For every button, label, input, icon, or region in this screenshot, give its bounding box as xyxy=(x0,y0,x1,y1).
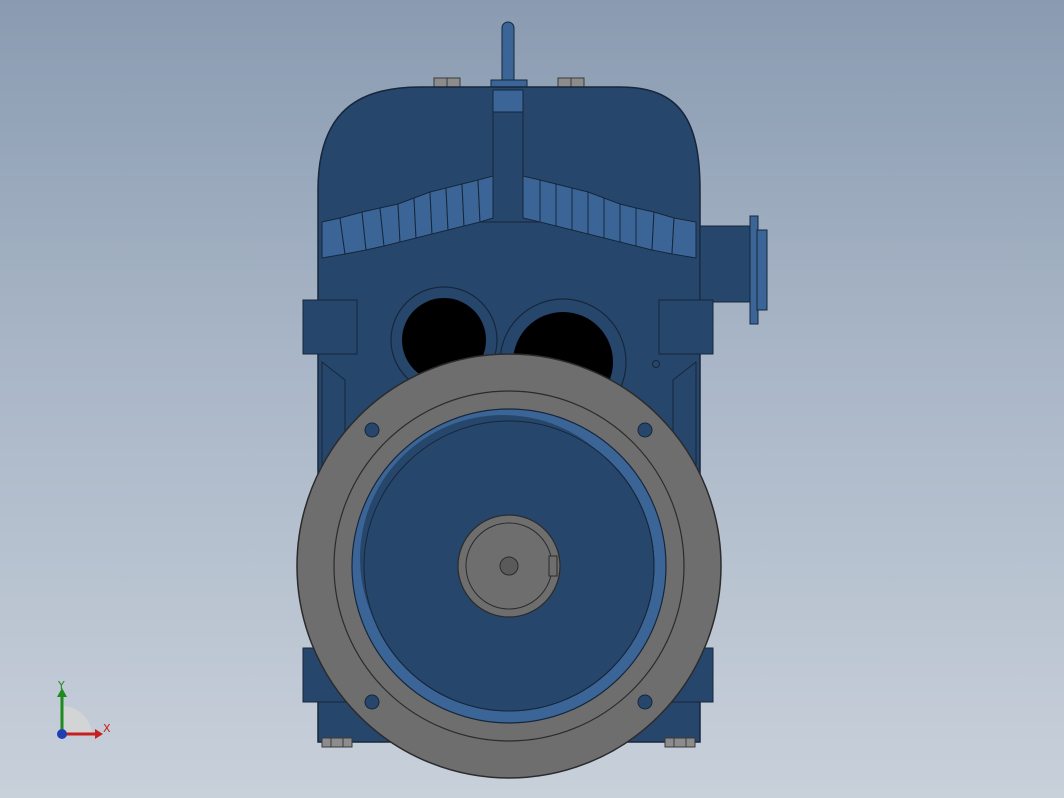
flange-bolt-hole-top-right xyxy=(637,422,653,438)
flange-bolt-hole-top-left xyxy=(364,422,380,438)
breather-plug xyxy=(492,89,524,113)
mounting-lug-upper-right xyxy=(658,299,714,355)
lifting-eye[interactable] xyxy=(490,21,528,91)
3d-graphics-viewport[interactable]: X Y xyxy=(0,0,1064,798)
triad-x-label: X xyxy=(103,722,111,735)
triad-y-label: Y xyxy=(58,679,65,692)
triad-quadrant xyxy=(62,705,92,734)
triad-z-axis xyxy=(57,729,67,739)
foot-bolt-right xyxy=(664,737,696,748)
flange-bolt-hole-bottom-right xyxy=(637,694,653,710)
top-bolt-right xyxy=(557,77,585,88)
reference-triad xyxy=(57,688,103,739)
top-bolt-left xyxy=(433,77,461,88)
output-shaft[interactable] xyxy=(457,514,561,618)
drain-hole xyxy=(652,360,660,368)
shaft-keyway xyxy=(548,555,558,577)
flange-bolt-hole-bottom-left xyxy=(364,694,380,710)
foot-bolt-left xyxy=(321,737,353,748)
mounting-lug-upper-left xyxy=(302,299,358,355)
gear-reducer-model[interactable] xyxy=(0,0,1064,798)
